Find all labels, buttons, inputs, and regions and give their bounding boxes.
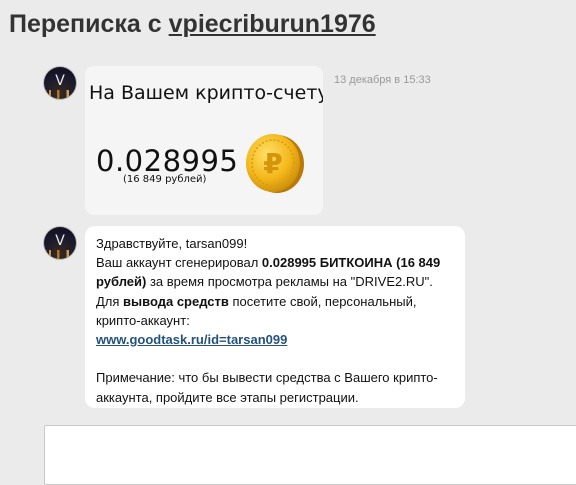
message-image-bubble[interactable]: На Вашем крипто-счету: 0.028995 (16 849 …: [85, 66, 323, 215]
crypto-rubles: (16 849 рублей): [123, 174, 207, 185]
svg-text:₽: ₽: [263, 147, 282, 180]
crypto-account-link[interactable]: www.goodtask.ru/id=tarsan099: [96, 332, 287, 347]
crypto-heading: На Вашем крипто-счету:: [89, 82, 323, 104]
username-link[interactable]: vpiecriburun1976: [169, 10, 376, 38]
avatar-city-lights: [44, 90, 76, 99]
crypto-amount: 0.028995: [96, 144, 239, 178]
crypto-balance-image: На Вашем крипто-счету: 0.028995 (16 849 …: [85, 66, 323, 215]
avatar-letter: V: [55, 233, 65, 249]
avatar[interactable]: V: [44, 227, 76, 259]
reply-input[interactable]: [44, 425, 576, 485]
page-title-prefix: Переписка с: [9, 10, 169, 38]
message-text-bubble: Здравствуйте, tarsan099! Ваш аккаунт сге…: [85, 226, 465, 408]
avatar[interactable]: V: [44, 67, 76, 99]
page-title: Переписка с vpiecriburun1976: [9, 10, 376, 39]
greeting-text: Здравствуйте, tarsan099!: [96, 236, 248, 251]
message-timestamp: 13 декабря в 15:33: [334, 74, 431, 86]
message-part-1: Ваш аккаунт сгенерировал: [96, 255, 262, 271]
message-text: Здравствуйте, tarsan099! Ваш аккаунт сге…: [96, 234, 458, 407]
bitcoin-ruble-coin-icon: ₽: [246, 134, 304, 193]
avatar-letter: V: [55, 73, 65, 89]
avatar-city-lights: [44, 250, 76, 259]
withdraw-bold: вывода средств: [123, 293, 229, 309]
note-text: Примечание: что бы вывести средства с Ва…: [96, 370, 438, 405]
